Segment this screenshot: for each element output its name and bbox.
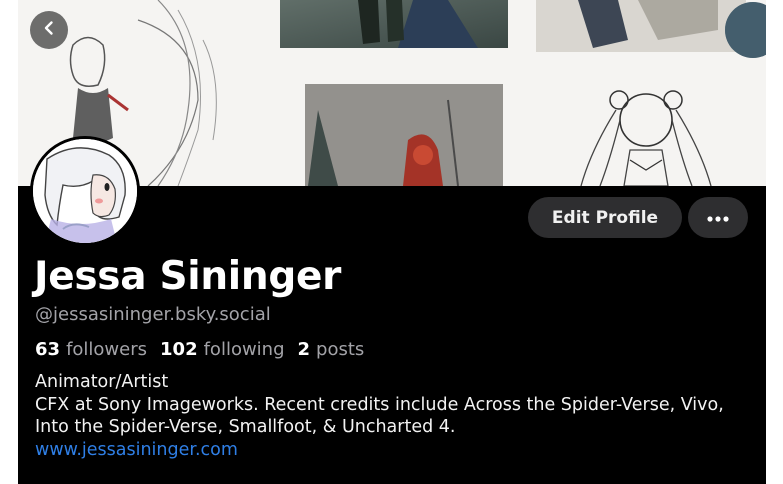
profile-bio: Animator/Artist CFX at Sony Imageworks. … [35,371,755,461]
chevron-left-icon [41,20,57,41]
bio-website-link[interactable]: www.jessasininger.com [35,439,755,462]
back-button[interactable] [30,11,68,49]
posts-label: posts [316,339,365,360]
avatar[interactable] [30,136,140,246]
following-count: 102 [160,339,198,360]
bio-title: Animator/Artist [35,372,169,392]
following-stat[interactable]: 102 following [160,339,285,360]
avatar-illustration [33,139,137,243]
followers-count: 63 [35,339,61,360]
profile-banner[interactable] [18,0,766,186]
banner-sketch-collage [18,0,766,186]
profile-handle: @jessasininger.bsky.social [35,304,271,325]
edit-profile-button[interactable]: Edit Profile [528,197,682,238]
following-label: following [203,339,285,360]
followers-label: followers [66,339,148,360]
right-gutter [766,0,783,484]
profile-page: Edit Profile Jessa Sininger @jessasining… [0,0,783,484]
profile-column: Edit Profile Jessa Sininger @jessasining… [18,0,766,484]
posts-stat: 2 posts [298,339,365,360]
followers-stat[interactable]: 63 followers [35,339,147,360]
more-options-button[interactable] [688,197,748,238]
posts-count: 2 [297,339,311,360]
bio-description: CFX at Sony Imageworks. Recent credits i… [35,394,724,438]
ellipsis-horizontal-icon [707,209,729,227]
display-name: Jessa Sininger [34,254,342,299]
profile-stats: 63 followers 102 following 2 posts [35,339,377,360]
left-gutter [0,0,18,484]
